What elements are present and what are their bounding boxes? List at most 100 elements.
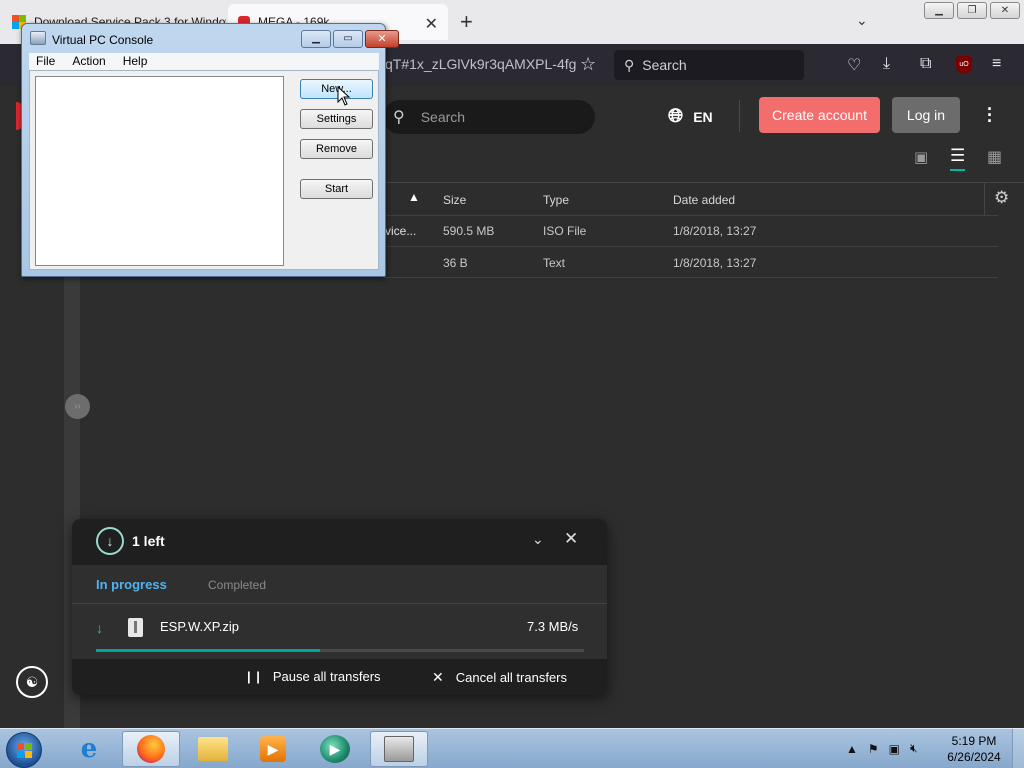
column-header-type[interactable]: Type — [543, 193, 569, 207]
file-size: 590.5 MB — [443, 224, 495, 238]
sort-ascending-icon[interactable]: ▲ — [408, 190, 420, 204]
grid-view-icon[interactable]: ▦ — [987, 147, 1002, 167]
taskbar-virtual-pc-console[interactable] — [370, 731, 428, 767]
bookmark-star-icon[interactable]: ☆ — [580, 54, 596, 75]
menu-help[interactable]: Help — [123, 53, 148, 70]
create-account-button[interactable]: Create account — [759, 97, 880, 133]
start-button[interactable] — [6, 732, 42, 768]
mega-search-input[interactable]: ⚲ Search — [383, 100, 595, 134]
virtual-pc-app-icon: ▶ — [320, 735, 350, 763]
divider — [383, 215, 998, 216]
search-placeholder: Search — [420, 109, 466, 125]
download-circle-icon: ↓ — [96, 527, 124, 555]
cancel-all-button[interactable]: ✕ Cancel all transfers — [432, 669, 567, 686]
console-body: New... Settings Remove Start — [29, 70, 379, 270]
divider — [383, 246, 998, 247]
divider — [383, 182, 1024, 183]
transfer-actions: | | Pause all transfers ✕ Cancel all trans… — [72, 659, 607, 695]
file-date: 1/8/2018, 13:27 — [673, 224, 757, 238]
pause-icon: | | — [247, 669, 261, 684]
column-header-date[interactable]: Date added — [673, 193, 735, 207]
remove-button[interactable]: Remove — [300, 139, 373, 159]
log-in-button[interactable]: Log in — [892, 97, 960, 133]
mega-sync-icon[interactable]: ☯ — [16, 666, 48, 698]
menu-bar: File Action Help — [29, 53, 379, 70]
taskbar-virtual-pc[interactable]: ▶ — [306, 731, 364, 767]
taskbar-file-explorer[interactable] — [184, 731, 242, 767]
system-tray: ▲ ⚑ ▣ 🔇︎ — [846, 741, 918, 756]
show-hidden-icons-icon[interactable]: ▲ — [846, 742, 858, 756]
transfer-header: ↓ 1 left ⌄ ✕ — [72, 519, 607, 565]
taskbar-internet-explorer[interactable]: e — [60, 731, 118, 767]
pause-all-label: Pause all transfers — [272, 669, 381, 684]
tab-list-chevron-icon[interactable]: ⌄ — [856, 12, 868, 29]
column-header-size[interactable]: Size — [443, 193, 466, 207]
column-settings-gear-icon[interactable]: ⚙ — [994, 188, 1009, 208]
thumbnail-view-icon[interactable]: ▣ — [914, 148, 928, 166]
downloads-icon[interactable]: ⤓ — [883, 55, 890, 73]
search-icon: ⚲ — [624, 56, 635, 73]
action-center-flag-icon[interactable]: ⚑ — [868, 742, 879, 756]
divider — [984, 183, 985, 215]
cancel-all-label: Cancel all transfers — [455, 670, 568, 685]
menu-file[interactable]: File — [36, 53, 55, 70]
start-button[interactable]: Start — [300, 179, 373, 199]
file-type: ISO File — [543, 224, 587, 238]
collapse-chevron-icon[interactable]: ⌄ — [532, 531, 544, 548]
ublock-origin-icon[interactable]: uO — [956, 56, 972, 74]
extensions-icon[interactable]: ⧉ — [920, 55, 931, 73]
pocket-icon[interactable]: ♡ — [847, 55, 861, 75]
taskbar-firefox[interactable] — [122, 731, 180, 767]
tab-in-progress[interactable]: In progress — [96, 577, 167, 592]
taskbar-media-player[interactable]: ▶ — [244, 731, 302, 767]
menu-action[interactable]: Action — [72, 53, 105, 70]
expand-panel-handle-icon[interactable]: ›› — [65, 394, 90, 419]
pause-all-button[interactable]: | | Pause all transfers — [247, 669, 381, 684]
clock[interactable]: 5:19 PM 6/26/2024 — [944, 733, 1004, 765]
close-button[interactable]: ✕ — [365, 30, 399, 48]
maximize-button[interactable]: ▭ — [333, 30, 363, 48]
close-icon: ✕ — [432, 669, 444, 685]
computer-icon — [384, 736, 414, 762]
transfers-left-count: 1 left — [132, 533, 165, 549]
internet-explorer-icon: e — [80, 734, 98, 764]
globe-icon: 🌐︎ — [668, 106, 684, 127]
window-title: Virtual PC Console — [52, 33, 154, 47]
close-button[interactable]: ✕ — [990, 2, 1020, 19]
divider — [72, 603, 607, 604]
language-selector[interactable]: 🌐︎ EN — [668, 106, 713, 128]
menu-hamburger-icon[interactable]: ≡ — [992, 55, 1001, 73]
file-date: 1/8/2018, 13:27 — [673, 256, 757, 270]
more-options-icon[interactable]: · · · — [987, 100, 993, 130]
zip-file-icon — [128, 618, 143, 637]
list-view-icon[interactable]: ☰ — [950, 146, 966, 171]
network-icon[interactable]: ▣ — [889, 742, 900, 756]
search-icon: ⚲ — [393, 109, 405, 126]
settings-button[interactable]: Settings — [300, 109, 373, 129]
window-controls: ▁ ▭ ✕ — [301, 30, 399, 48]
mouse-cursor-icon — [337, 86, 351, 106]
volume-muted-icon[interactable]: 🔇︎ — [910, 741, 918, 756]
show-desktop-button[interactable] — [1012, 729, 1024, 768]
minimize-button[interactable]: ▁ — [924, 2, 954, 19]
divider — [383, 277, 998, 278]
language-code: EN — [693, 109, 713, 125]
virtual-pc-console-window[interactable]: Virtual PC Console ▁ ▭ ✕ File Action Hel… — [21, 23, 399, 277]
search-placeholder: Search — [642, 57, 687, 73]
minimize-button[interactable]: ▁ — [301, 30, 331, 48]
transfer-manager-panel: ↓ 1 left ⌄ ✕ In progress Completed ↓ ESP… — [72, 519, 607, 695]
tab-close-icon[interactable]: ✕ — [425, 14, 438, 34]
clock-time: 5:19 PM — [951, 734, 997, 748]
new-tab-button[interactable]: + — [460, 9, 473, 35]
windows-logo-icon — [17, 743, 32, 758]
url-field[interactable]: qT#1x_zLGlVk9r3qAMXPL-4fg — [385, 56, 576, 72]
close-icon[interactable]: ✕ — [564, 529, 578, 549]
windows-taskbar: e ▶ ▶ ▲ ⚑ ▣ 🔇︎ 5:19 PM 6/26/2024 — [0, 728, 1024, 768]
restore-button[interactable]: ❐ — [957, 2, 987, 19]
virtual-machine-list[interactable] — [35, 76, 284, 266]
browser-search-box[interactable]: ⚲ Search — [614, 50, 804, 80]
divider — [739, 100, 740, 132]
transfer-progress-bar — [96, 649, 584, 652]
download-arrow-icon: ↓ — [96, 620, 103, 636]
tab-completed[interactable]: Completed — [208, 578, 266, 592]
